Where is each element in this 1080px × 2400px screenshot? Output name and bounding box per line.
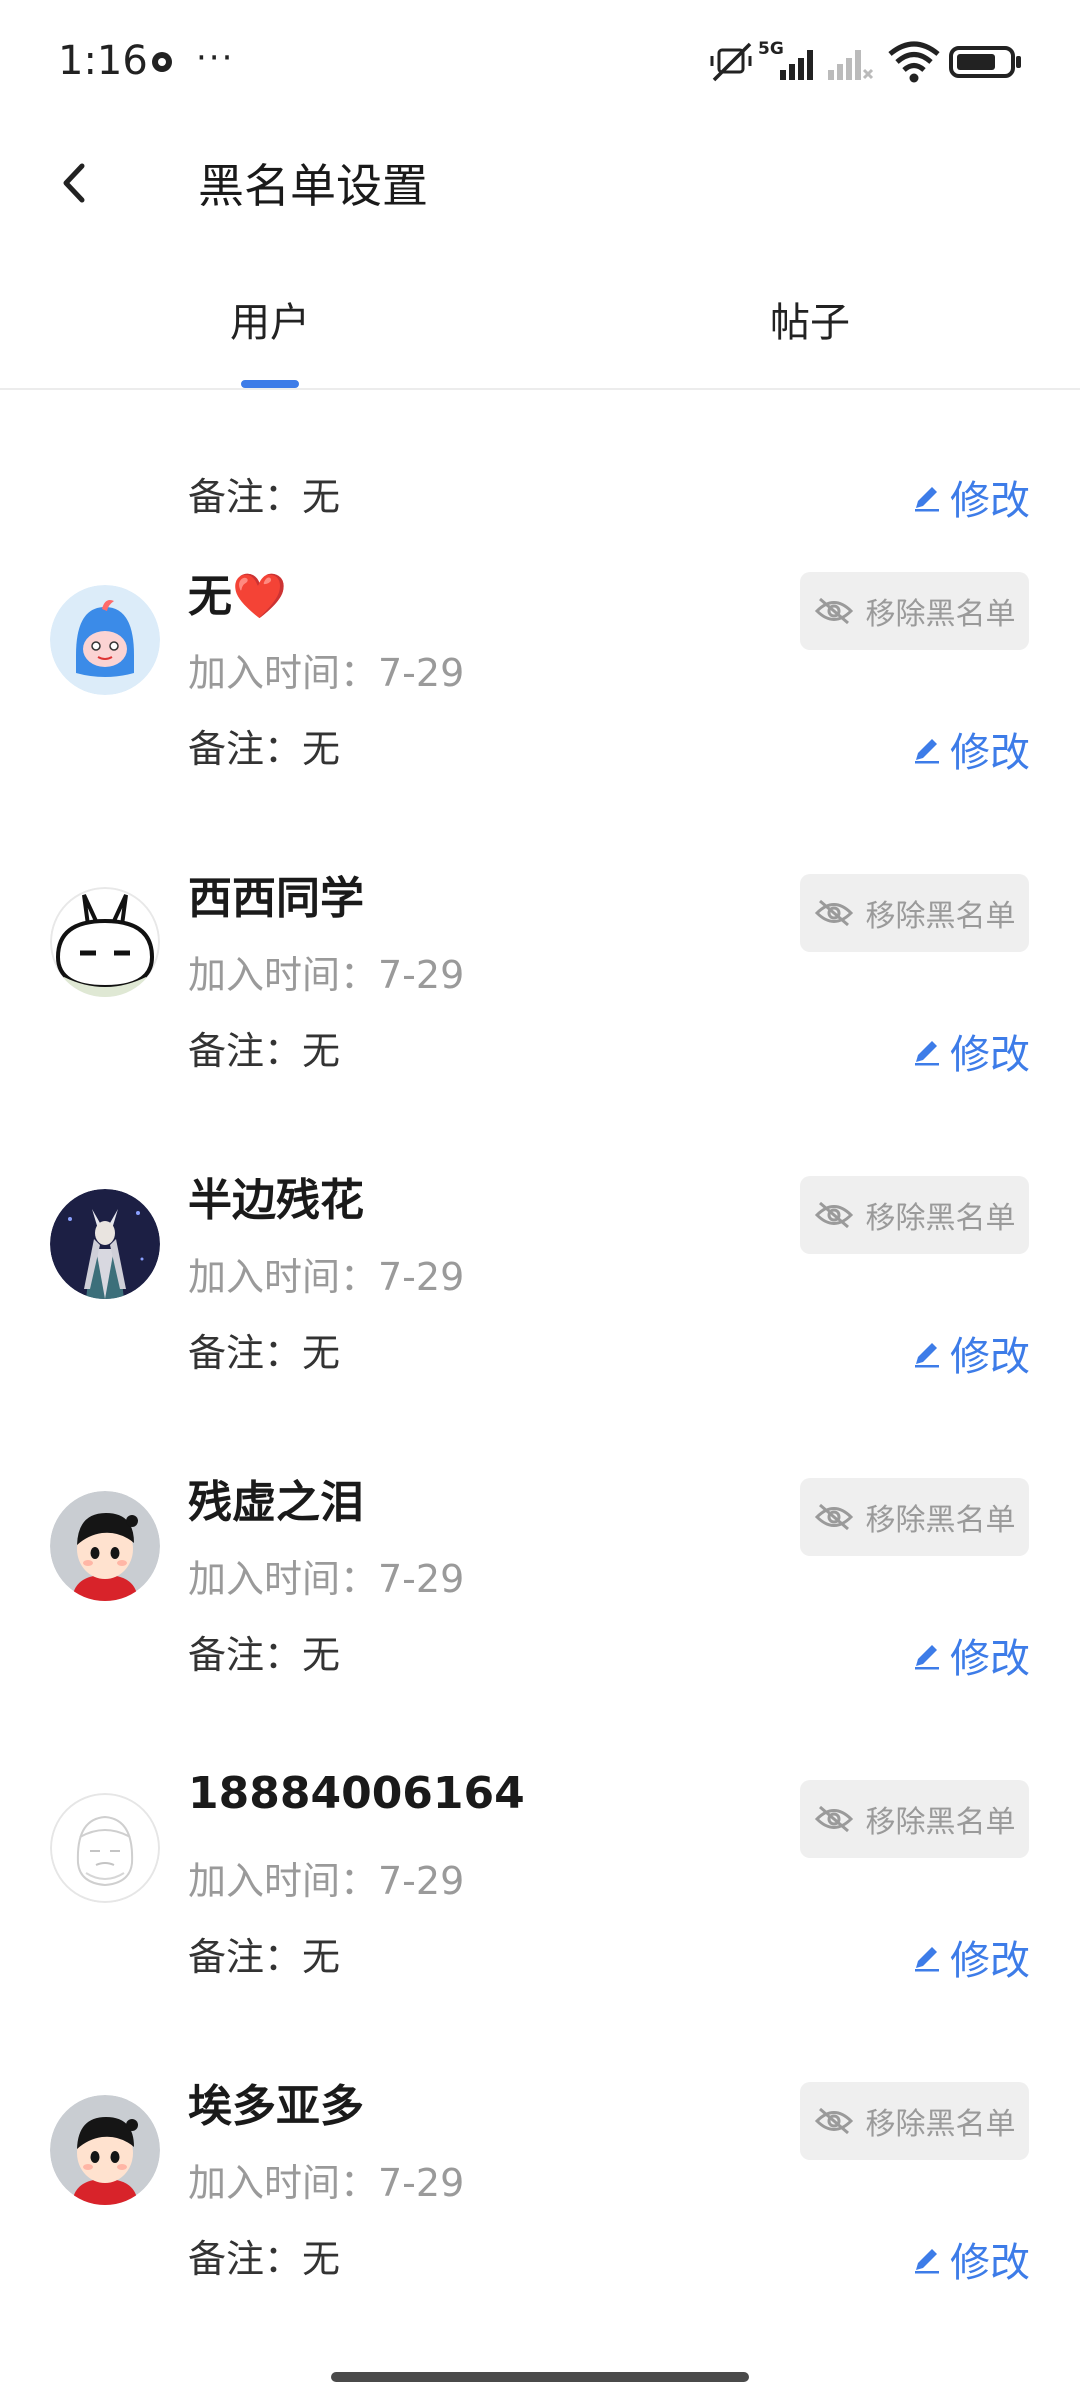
- avatar[interactable]: [50, 887, 160, 997]
- svg-text:5G: 5G: [758, 39, 784, 59]
- remove-from-blacklist-button[interactable]: 移除黑名单: [800, 1780, 1029, 1858]
- edit-remark-button[interactable]: 修改: [912, 2230, 1030, 2288]
- tab-bar: 用户 帖子: [0, 260, 1080, 390]
- edit-label: 修改: [950, 478, 1030, 524]
- edit-remark-button[interactable]: 修改: [912, 468, 1030, 526]
- pencil-icon: [915, 1645, 939, 1670]
- remark-text: 备注：无: [188, 727, 341, 771]
- remark-text: 备注：无: [188, 1331, 341, 1375]
- status-more-dots: ···: [196, 38, 235, 78]
- wifi-icon: [888, 41, 940, 83]
- eye-off-icon: [814, 597, 853, 625]
- pencil-icon: [915, 487, 939, 512]
- remove-label: 移除黑名单: [865, 1201, 1016, 1236]
- pencil-icon: [915, 2249, 939, 2274]
- back-arrow-icon[interactable]: [50, 158, 100, 208]
- remove-label: 移除黑名单: [865, 597, 1016, 632]
- avatar[interactable]: [50, 585, 160, 695]
- edit-label: 修改: [950, 1938, 1030, 1984]
- edit-remark-button[interactable]: 修改: [912, 1022, 1030, 1080]
- edit-remark-button[interactable]: 修改: [912, 1626, 1030, 1684]
- join-time: 加入时间：7-29: [188, 1557, 465, 1601]
- list-item: 无❤️ 加入时间：7-29 备注：无 移除黑名单 修改: [0, 530, 1080, 832]
- edit-label: 修改: [950, 730, 1030, 776]
- remove-from-blacklist-button[interactable]: 移除黑名单: [800, 572, 1029, 650]
- battery-icon: [949, 46, 1021, 78]
- eye-off-icon: [814, 2107, 853, 2135]
- pencil-icon: [915, 1947, 939, 1972]
- edit-remark-button[interactable]: 修改: [912, 1324, 1030, 1382]
- eye-off-icon: [814, 899, 853, 927]
- eye-off-icon: [814, 1201, 853, 1229]
- user-name: 18884006164: [188, 1768, 525, 1819]
- remark-text: 备注：无: [188, 475, 341, 519]
- join-time: 加入时间：7-29: [188, 651, 465, 695]
- join-time: 加入时间：7-29: [188, 953, 465, 997]
- notification-dot-icon: [152, 52, 172, 72]
- avatar[interactable]: [50, 1189, 160, 1299]
- edit-label: 修改: [950, 1636, 1030, 1682]
- status-time: 1:16: [58, 38, 148, 84]
- eye-off-icon: [814, 1805, 853, 1833]
- pencil-icon: [915, 739, 939, 764]
- signal-sim2-icon: [828, 50, 874, 80]
- list-item: 埃多亚多 加入时间：7-29 备注：无 移除黑名单 修改: [0, 2040, 1080, 2340]
- remove-from-blacklist-button[interactable]: 移除黑名单: [800, 1478, 1029, 1556]
- user-name: 西西同学: [188, 873, 364, 924]
- page-title: 黑名单设置: [198, 159, 428, 213]
- tab-posts[interactable]: 帖子: [770, 290, 850, 348]
- status-bar: 1:16 ··· 5G: [0, 0, 1080, 120]
- tab-users[interactable]: 用户: [230, 290, 310, 348]
- list-item: 半边残花 加入时间：7-29 备注：无 移除黑名单 修改: [0, 1134, 1080, 1436]
- list-item: 18884006164 加入时间：7-29 备注：无 移除黑名单 修改: [0, 1738, 1080, 2040]
- active-tab-indicator: [241, 380, 299, 388]
- remark-text: 备注：无: [188, 2237, 341, 2281]
- remove-from-blacklist-button[interactable]: 移除黑名单: [800, 1176, 1029, 1254]
- edit-remark-button[interactable]: 修改: [912, 720, 1030, 778]
- remove-from-blacklist-button[interactable]: 移除黑名单: [800, 2082, 1029, 2160]
- home-indicator[interactable]: [331, 2372, 749, 2382]
- edit-label: 修改: [950, 1032, 1030, 1078]
- remove-from-blacklist-button[interactable]: 移除黑名单: [800, 874, 1029, 952]
- signal-5g-icon: 5G: [758, 39, 813, 80]
- list-item: 残虚之泪 加入时间：7-29 备注：无 移除黑名单 修改: [0, 1436, 1080, 1738]
- join-time: 加入时间：7-29: [188, 2161, 465, 2205]
- remark-text: 备注：无: [188, 1633, 341, 1677]
- app-header: 黑名单设置: [0, 120, 1080, 240]
- join-time: 加入时间：7-29: [188, 1255, 465, 1299]
- avatar[interactable]: [50, 1793, 160, 1903]
- edit-remark-button[interactable]: 修改: [912, 1928, 1030, 1986]
- eye-off-icon: [814, 1503, 853, 1531]
- mute-vibrate-icon: [710, 42, 752, 82]
- pencil-icon: [915, 1041, 939, 1066]
- user-name: 残虚之泪: [188, 1477, 364, 1528]
- pencil-icon: [915, 1343, 939, 1368]
- remove-label: 移除黑名单: [865, 1503, 1016, 1538]
- user-name: 埃多亚多: [188, 2081, 364, 2132]
- remove-label: 移除黑名单: [865, 2107, 1016, 2142]
- avatar[interactable]: [50, 2095, 160, 2205]
- remark-text: 备注：无: [188, 1935, 341, 1979]
- user-name: 无❤️: [188, 571, 287, 622]
- blacklist[interactable]: 备注：无 修改 无❤️ 加入时间：7-29 备注：无 移除黑名单 修改 西西同学…: [0, 390, 1080, 2340]
- remove-label: 移除黑名单: [865, 899, 1016, 934]
- remove-label: 移除黑名单: [865, 1805, 1016, 1840]
- heart-emoji: ❤️: [232, 571, 287, 622]
- remark-text: 备注：无: [188, 1029, 341, 1073]
- join-time: 加入时间：7-29: [188, 1859, 465, 1903]
- user-name: 半边残花: [188, 1175, 364, 1226]
- list-item: 西西同学 加入时间：7-29 备注：无 移除黑名单 修改: [0, 832, 1080, 1134]
- edit-label: 修改: [950, 1334, 1030, 1380]
- avatar[interactable]: [50, 1491, 160, 1601]
- edit-label: 修改: [950, 2240, 1030, 2286]
